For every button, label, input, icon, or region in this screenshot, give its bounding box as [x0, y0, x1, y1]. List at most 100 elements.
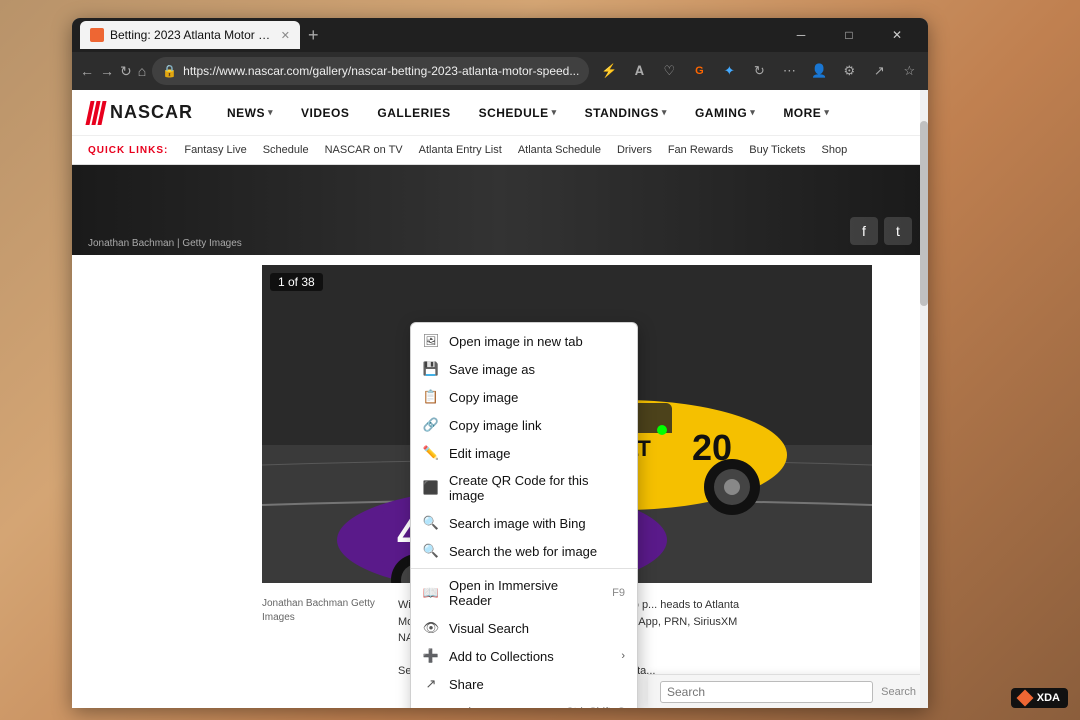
- facebook-icon[interactable]: f: [850, 217, 878, 245]
- active-tab[interactable]: Betting: 2023 Atlanta Motor Spe... ✕: [80, 21, 300, 49]
- schedule-chevron: ▾: [552, 107, 557, 118]
- quick-link-schedule[interactable]: Schedule: [263, 144, 309, 156]
- hero-photo-credit: Jonathan Bachman | Getty Images: [88, 238, 242, 249]
- grammarly-icon[interactable]: G: [685, 57, 713, 85]
- refresh-page-icon[interactable]: ↻: [745, 57, 773, 85]
- collections-icon: ➕: [423, 648, 439, 664]
- menu-copy-image[interactable]: 📋 Copy image: [411, 383, 637, 411]
- hero-area: Jonathan Bachman | Getty Images f t: [72, 165, 928, 255]
- nav-news[interactable]: NEWS▾: [213, 90, 287, 136]
- quick-links-label: QUICK LINKS:: [88, 145, 168, 156]
- quick-link-tv[interactable]: NASCAR on TV: [325, 144, 403, 156]
- quick-link-entry[interactable]: Atlanta Entry List: [419, 144, 502, 156]
- extensions-icon[interactable]: ⚡: [595, 57, 623, 85]
- nav-videos[interactable]: VIDEOS: [287, 90, 363, 136]
- context-menu: 🖼 Open image in new tab 💾 Save image as …: [410, 322, 638, 708]
- refresh-button[interactable]: ↻: [120, 57, 132, 85]
- tab-favicon: [90, 28, 104, 42]
- nascar-top-nav: NASCAR NEWS▾ VIDEOS GALLERIES SCHEDULE▾ …: [72, 90, 928, 136]
- save-image-icon: 💾: [423, 361, 439, 377]
- gallery-counter: 1 of 38: [270, 273, 323, 291]
- menu-immersive-reader[interactable]: 📖 Open in Immersive Reader F9: [411, 572, 637, 614]
- close-button[interactable]: ✕: [874, 18, 920, 52]
- favorites-icon[interactable]: ♡: [655, 57, 683, 85]
- browser-window: Betting: 2023 Atlanta Motor Spe... ✕ + ─…: [72, 18, 928, 708]
- quick-link-fantasy[interactable]: Fantasy Live: [184, 144, 246, 156]
- image-new-tab-icon: 🖼: [423, 333, 439, 349]
- menu-add-collections[interactable]: ➕ Add to Collections ›: [411, 642, 637, 670]
- image-caption: Jonathan Bachman Getty Images: [262, 597, 382, 680]
- address-bar: ← → ↻ ⌂ 🔒 https://www.nascar.com/gallery…: [72, 52, 928, 90]
- url-box[interactable]: 🔒 https://www.nascar.com/gallery/nascar-…: [152, 57, 589, 85]
- star-icon[interactable]: ☆: [895, 57, 923, 85]
- visual-search-icon: 👁: [423, 620, 439, 636]
- quick-link-tickets[interactable]: Buy Tickets: [749, 144, 805, 156]
- tab-close-button[interactable]: ✕: [281, 29, 290, 42]
- toolbar-icons: ⚡ 𝐀 ♡ G ✦ ↻ ⋯ 👤 ⚙ ↗ ☆ ⬡ ··· B: [595, 55, 928, 87]
- page-inner: NASCAR NEWS▾ VIDEOS GALLERIES SCHEDULE▾ …: [72, 90, 928, 708]
- minimize-button[interactable]: ─: [778, 18, 824, 52]
- copilot-icon[interactable]: ✦: [715, 57, 743, 85]
- search-input[interactable]: [660, 681, 873, 703]
- quick-link-shop[interactable]: Shop: [822, 144, 848, 156]
- reader-icon[interactable]: 𝐀: [625, 57, 653, 85]
- news-chevron: ▾: [268, 107, 273, 118]
- menu-copy-link[interactable]: 🔗 Copy image link: [411, 411, 637, 439]
- menu-search-bing[interactable]: 🔍 Search image with Bing: [411, 509, 637, 537]
- twitter-icon[interactable]: t: [884, 217, 912, 245]
- quick-link-drivers[interactable]: Drivers: [617, 144, 652, 156]
- menu-save-image[interactable]: 💾 Save image as: [411, 355, 637, 383]
- browser-scrollbar[interactable]: [920, 90, 928, 708]
- nav-gaming[interactable]: GAMING▾: [681, 90, 769, 136]
- menu-visual-search[interactable]: 👁 Visual Search: [411, 614, 637, 642]
- menu-qr-code[interactable]: ⬛ Create QR Code for this image: [411, 467, 637, 509]
- new-tab-button[interactable]: +: [304, 25, 323, 46]
- xda-label: XDA: [1037, 692, 1060, 704]
- copy-image-icon: 📋: [423, 389, 439, 405]
- qr-code-icon: ⬛: [423, 480, 439, 496]
- menu-edit-image[interactable]: ✏️ Edit image: [411, 439, 637, 467]
- social-icons: f t: [850, 217, 912, 245]
- scrollbar-thumb[interactable]: [920, 121, 928, 306]
- menu-divider-1: [411, 568, 637, 569]
- quick-links-bar: QUICK LINKS: Fantasy Live Schedule NASCA…: [72, 136, 928, 164]
- back-button[interactable]: ←: [80, 57, 94, 85]
- nav-standings[interactable]: STANDINGS▾: [571, 90, 681, 136]
- nav-more[interactable]: MORE▾: [769, 90, 843, 136]
- nascar-text: NASCAR: [110, 102, 193, 123]
- web-capture-icon: ✂: [423, 704, 439, 708]
- standings-chevron: ▾: [662, 107, 667, 118]
- forward-button[interactable]: →: [100, 57, 114, 85]
- search-bar-area: Search: [648, 674, 928, 708]
- edit-image-icon: ✏️: [423, 445, 439, 461]
- lock-icon: 🔒: [162, 64, 177, 78]
- menu-search-web[interactable]: 🔍 Search the web for image: [411, 537, 637, 565]
- url-text: https://www.nascar.com/gallery/nascar-be…: [183, 64, 579, 78]
- gaming-chevron: ▾: [750, 107, 755, 118]
- nascar-nav: NASCAR NEWS▾ VIDEOS GALLERIES SCHEDULE▾ …: [72, 90, 928, 165]
- browser-more-icon[interactable]: ⋯: [775, 57, 803, 85]
- share2-icon[interactable]: ↗: [865, 57, 893, 85]
- menu-web-capture[interactable]: ✂ Web capture Ctrl+Shift+S: [411, 698, 637, 708]
- nav-galleries[interactable]: GALLERIES: [363, 90, 464, 136]
- quick-link-atlanta-sched[interactable]: Atlanta Schedule: [518, 144, 601, 156]
- profile-icon[interactable]: 👤: [805, 57, 833, 85]
- bing-icon2[interactable]: ⬡: [925, 57, 928, 85]
- page-content: NASCAR NEWS▾ VIDEOS GALLERIES SCHEDULE▾ …: [72, 90, 928, 708]
- quick-link-fan-rewards[interactable]: Fan Rewards: [668, 144, 733, 156]
- copy-link-icon: 🔗: [423, 417, 439, 433]
- title-bar: Betting: 2023 Atlanta Motor Spe... ✕ + ─…: [72, 18, 928, 52]
- menu-open-new-tab[interactable]: 🖼 Open image in new tab: [411, 327, 637, 355]
- settings-icon[interactable]: ⚙: [835, 57, 863, 85]
- immersive-reader-icon: 📖: [423, 585, 439, 601]
- xda-diamond: [1016, 690, 1033, 707]
- nav-items: NEWS▾ VIDEOS GALLERIES SCHEDULE▾ STANDIN…: [213, 90, 912, 136]
- nascar-logo[interactable]: NASCAR: [88, 101, 193, 125]
- more-chevron: ▾: [824, 107, 829, 118]
- xda-logo: XDA: [1011, 688, 1068, 708]
- collections-arrow: ›: [621, 650, 625, 662]
- maximize-button[interactable]: □: [826, 18, 872, 52]
- nav-schedule[interactable]: SCHEDULE▾: [465, 90, 571, 136]
- home-button[interactable]: ⌂: [138, 57, 146, 85]
- menu-share[interactable]: ↗ Share: [411, 670, 637, 698]
